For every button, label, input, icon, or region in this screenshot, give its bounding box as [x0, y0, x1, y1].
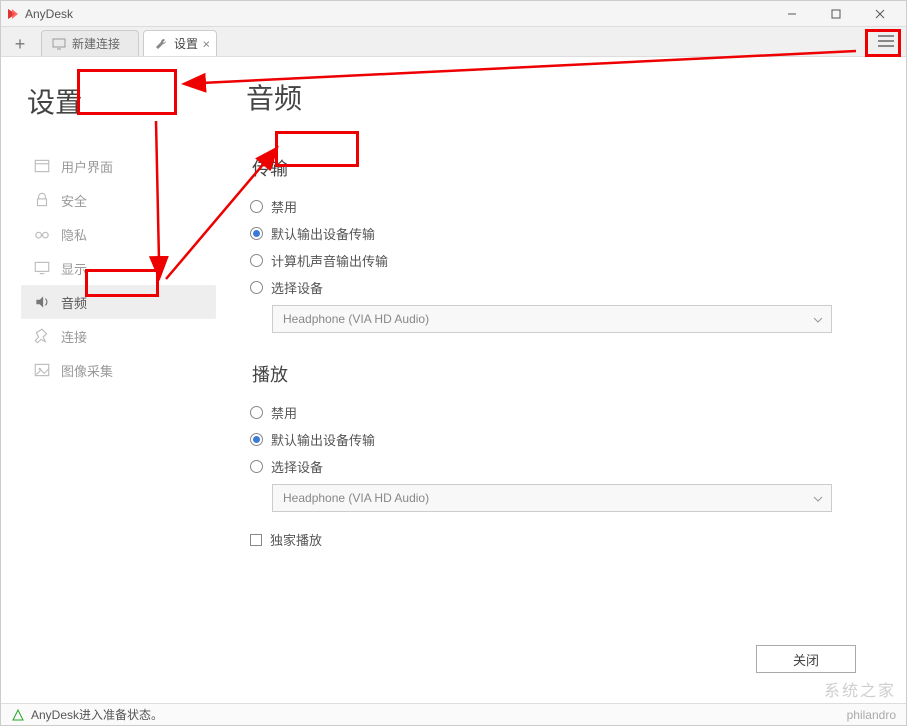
radio-icon[interactable] [250, 254, 263, 267]
maximize-button[interactable] [814, 1, 858, 27]
tab-new-connection[interactable]: 新建连接 [41, 30, 139, 56]
sidebar: 设置 用户界面 安全 隐私 显示 音频 连接 图像采集 [1, 57, 216, 703]
checkbox-icon[interactable] [250, 534, 262, 546]
select-value: Headphone (VIA HD Audio) [283, 312, 429, 326]
new-tab-button[interactable]: + [7, 32, 33, 56]
content-area: 设置 用户界面 安全 隐私 显示 音频 连接 图像采集 [1, 57, 906, 703]
radio-label: 默认输出设备传输 [271, 430, 375, 449]
page-title: 音频 [246, 77, 866, 117]
checkbox-row-exclusive[interactable]: 独家播放 [246, 530, 866, 549]
chevron-down-icon [813, 491, 823, 505]
sidebar-item-label: 用户界面 [61, 157, 113, 176]
checkbox-label: 独家播放 [270, 530, 322, 549]
image-icon [33, 361, 51, 379]
tab-label: 设置 [174, 35, 198, 52]
main-panel: 音频 传输 禁用 默认输出设备传输 计算机声音输出传输 选择设备 Headpho… [216, 57, 906, 703]
radio-row-playback-disable[interactable]: 禁用 [246, 403, 866, 422]
sidebar-item-label: 隐私 [61, 225, 87, 244]
sidebar-item-display[interactable]: 显示 [21, 251, 216, 285]
sidebar-item-label: 连接 [61, 327, 87, 346]
radio-label: 默认输出设备传输 [271, 224, 375, 243]
sidebar-item-capture[interactable]: 图像采集 [21, 353, 216, 387]
section-transmit-title: 传输 [246, 153, 294, 183]
radio-label: 计算机声音输出传输 [271, 251, 388, 270]
brand-label: philandro [847, 708, 896, 722]
tab-label: 新建连接 [72, 35, 120, 52]
sidebar-item-connection[interactable]: 连接 [21, 319, 216, 353]
pin-icon [33, 327, 51, 345]
close-window-button[interactable] [858, 1, 902, 27]
speaker-icon [33, 293, 51, 311]
status-icon [11, 708, 25, 722]
close-button[interactable]: 关闭 [756, 645, 856, 673]
menu-button[interactable] [870, 27, 902, 55]
radio-row-transmit-computer[interactable]: 计算机声音输出传输 [246, 251, 866, 270]
radio-row-playback-select[interactable]: 选择设备 [246, 457, 866, 476]
radio-icon[interactable] [250, 200, 263, 213]
radio-label: 禁用 [271, 197, 297, 216]
app-logo-icon [5, 7, 19, 21]
radio-icon[interactable] [250, 406, 263, 419]
radio-label: 选择设备 [271, 278, 323, 297]
close-button-label: 关闭 [793, 650, 819, 669]
sidebar-title: 设置 [21, 77, 89, 125]
playback-device-select[interactable]: Headphone (VIA HD Audio) [272, 484, 832, 512]
radio-row-transmit-disable[interactable]: 禁用 [246, 197, 866, 216]
radio-icon[interactable] [250, 460, 263, 473]
lock-icon [33, 191, 51, 209]
ui-icon [33, 157, 51, 175]
sidebar-item-ui[interactable]: 用户界面 [21, 149, 216, 183]
sidebar-item-label: 安全 [61, 191, 87, 210]
radio-icon[interactable] [250, 433, 263, 446]
window-title: AnyDesk [25, 7, 73, 21]
radio-row-transmit-default[interactable]: 默认输出设备传输 [246, 224, 866, 243]
titlebar: AnyDesk [1, 1, 906, 27]
radio-label: 选择设备 [271, 457, 323, 476]
status-bar: AnyDesk进入准备状态。 philandro [1, 703, 906, 725]
wrench-icon [154, 37, 168, 51]
radio-row-playback-default[interactable]: 默认输出设备传输 [246, 430, 866, 449]
sidebar-item-security[interactable]: 安全 [21, 183, 216, 217]
tab-settings[interactable]: 设置 × [143, 30, 217, 56]
radio-row-transmit-select[interactable]: 选择设备 [246, 278, 866, 297]
sidebar-item-privacy[interactable]: 隐私 [21, 217, 216, 251]
close-tab-icon[interactable]: × [202, 36, 210, 51]
sidebar-item-audio[interactable]: 音频 [21, 285, 216, 319]
sidebar-item-label: 显示 [61, 259, 87, 278]
section-playback-title: 播放 [246, 359, 294, 389]
radio-label: 禁用 [271, 403, 297, 422]
sidebar-item-label: 图像采集 [61, 361, 113, 380]
radio-icon[interactable] [250, 281, 263, 294]
chevron-down-icon [813, 312, 823, 326]
status-text: AnyDesk进入准备状态。 [31, 706, 163, 723]
tab-strip: + 新建连接 设置 × [1, 27, 906, 57]
sidebar-item-label: 音频 [61, 293, 87, 312]
minimize-button[interactable] [770, 1, 814, 27]
monitor-icon [52, 37, 66, 51]
display-icon [33, 259, 51, 277]
transmit-device-select[interactable]: Headphone (VIA HD Audio) [272, 305, 832, 333]
glasses-icon [33, 225, 51, 243]
select-value: Headphone (VIA HD Audio) [283, 491, 429, 505]
radio-icon[interactable] [250, 227, 263, 240]
